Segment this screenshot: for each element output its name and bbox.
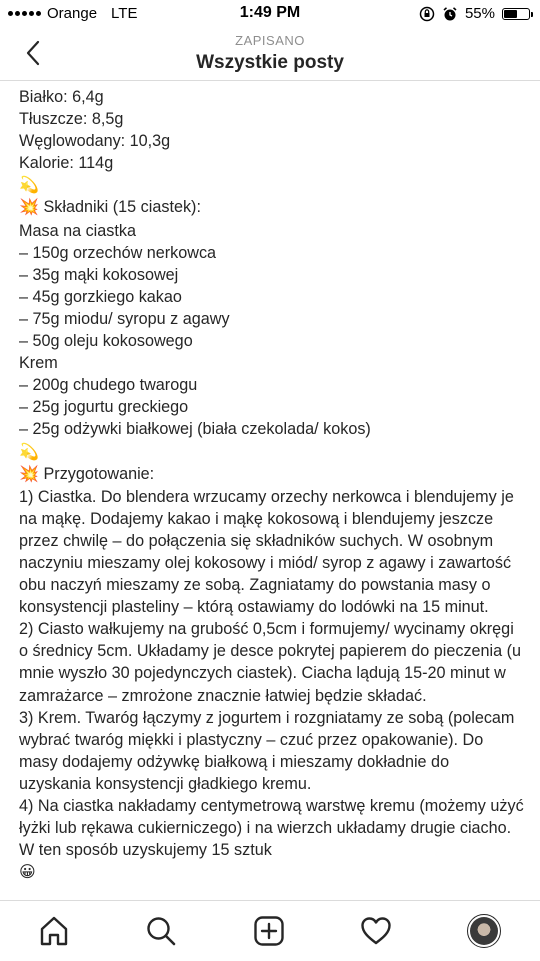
ingredient-line: – 35g mąki kokosowej: [19, 265, 179, 284]
ingredient-line: – 25g jogurtu greckiego: [19, 398, 189, 417]
nav-new-post-button[interactable]: [251, 913, 287, 949]
add-post-icon: [254, 916, 284, 946]
home-icon: [40, 916, 68, 946]
bottom-nav: [0, 900, 540, 961]
ingredient-line: – 45g gorzkiego kakao: [19, 287, 182, 306]
nav-home-button[interactable]: [36, 913, 72, 949]
ingredient-line: Masa na ciastka: [19, 221, 136, 240]
post-caption: Białko: 6,4g Tłuszcze: 8,5g Węglowodany:…: [19, 86, 524, 898]
ingredient-line: – 150g orzechów nerkowca: [19, 243, 217, 262]
heart-icon: [361, 917, 391, 945]
alarm-clock-icon: [443, 6, 457, 20]
preparation-step: 1) Ciastka. Do blendera wrzucamy orzechy…: [19, 487, 514, 617]
nutrition-line: Białko: 6,4g: [19, 88, 104, 106]
ingredient-line: – 200g chudego twarogu: [19, 376, 198, 395]
preparation-step: 4) Na ciastka nakładamy centymetrową war…: [19, 797, 524, 860]
grinning-emoji-icon: 😀: [19, 864, 36, 882]
dizzy-emoji-icon: 💫: [19, 177, 39, 195]
status-icons: 55%: [419, 5, 533, 22]
nav-profile-button[interactable]: [466, 913, 502, 949]
battery-icon: [502, 7, 533, 20]
nutrition-line: Tłuszcze: 8,5g: [19, 110, 124, 129]
battery-level: [504, 9, 518, 18]
ingredients-heading: Składniki (15 ciastek):: [43, 198, 201, 217]
preparation-heading: Przygotowanie:: [43, 464, 155, 483]
nutrition-line: Kalorie: 114g: [19, 154, 114, 173]
rotation-lock-icon: [419, 6, 435, 21]
status-bar: Orange LTE 1:49 PM 55%: [0, 0, 540, 28]
battery-percent: 55%: [464, 5, 495, 22]
ingredient-line: – 25g odżywki białkowej (biała czekolada…: [19, 420, 371, 439]
header: ZAPISANO Wszystkie posty: [0, 28, 540, 81]
avatar: [467, 914, 501, 948]
collision-emoji-icon: 💥: [19, 465, 39, 483]
collection-label: ZAPISANO: [235, 33, 305, 48]
profile-photo: [470, 917, 498, 945]
collision-emoji-icon: 💥: [19, 199, 39, 217]
ingredient-line: – 50g oleju kokosowego: [19, 332, 193, 351]
ingredient-line: – 75g miodu/ syropu z agawy: [19, 309, 230, 328]
nav-activity-button[interactable]: [358, 913, 394, 949]
nav-search-button[interactable]: [143, 913, 179, 949]
search-icon: [147, 917, 176, 946]
nutrition-line: Węglowodany: 10,3g: [19, 132, 171, 151]
page-title: Wszystkie posty: [196, 52, 344, 73]
preparation-step: 2) Ciasto wałkujemy na grubość 0,5cm i f…: [19, 620, 522, 705]
ingredient-line: Krem: [19, 354, 58, 373]
preparation-step: 3) Krem. Twaróg łączymy z jogurtem i roz…: [19, 708, 515, 793]
dizzy-emoji-icon: 💫: [19, 443, 39, 461]
